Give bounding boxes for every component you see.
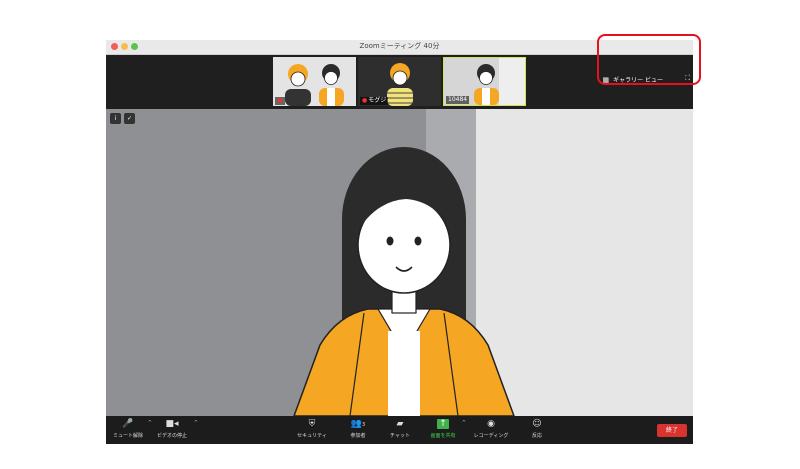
main-video: i ✓: [106, 109, 693, 416]
participant-thumbnail[interactable]: ●モグジ: [358, 57, 441, 106]
chevron-up-icon[interactable]: ^: [194, 420, 198, 426]
emoji-icon: ☺: [532, 419, 542, 429]
highlight-annotation: [597, 34, 701, 85]
stop-video-button[interactable]: ■◂ ^ ビデオの停止: [152, 418, 198, 439]
chat-button[interactable]: ▰ チャット: [386, 418, 414, 439]
video-camera-icon: ■◂: [165, 419, 179, 429]
security-button[interactable]: ⛨ セキュリティ: [296, 418, 328, 439]
participants-button[interactable]: 👥3 参加者: [344, 418, 372, 439]
participant-illustration: [273, 57, 356, 106]
record-icon: ◉: [487, 419, 495, 429]
shield-icon: ⛨: [308, 419, 316, 429]
zoom-window: Zoomミーティング 40分 ● ●モグジ 10484 ▦ ギャラリー ビュー …: [106, 40, 693, 444]
meeting-toolbar: 🎤 ^ ミュート解除 ■◂ ^ ビデオの停止 ⛨ セキュリティ 👥3 参加者 ▰…: [106, 416, 693, 444]
share-screen-button[interactable]: ↑ ^ 画面を共有: [426, 418, 466, 439]
share-screen-icon: ↑: [437, 419, 449, 429]
people-icon: 👥3: [350, 419, 366, 429]
mic-muted-icon: 🎤: [122, 419, 134, 429]
speaker-illustration: [293, 147, 515, 416]
chevron-up-icon[interactable]: ^: [462, 420, 466, 426]
record-button[interactable]: ◉ レコーディング: [470, 418, 512, 439]
participant-thumbnail[interactable]: ●: [273, 57, 356, 106]
chat-bubble-icon: ▰: [396, 419, 404, 429]
end-meeting-button[interactable]: 終了: [657, 424, 687, 437]
participant-name: 10484: [446, 96, 470, 104]
unmute-button[interactable]: 🎤 ^ ミュート解除: [110, 418, 152, 439]
reactions-button[interactable]: ☺ 反応: [526, 418, 548, 439]
mic-muted-icon: ●: [275, 97, 286, 105]
participant-thumbnail-active[interactable]: 10484: [443, 57, 526, 106]
participant-name: ●モグジ: [360, 97, 389, 105]
